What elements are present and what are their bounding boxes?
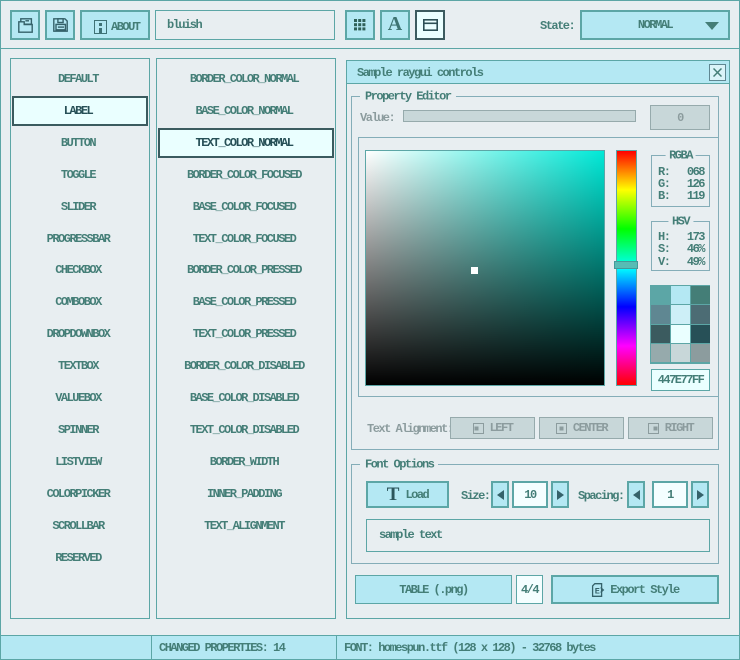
svg-text:E: E	[595, 586, 600, 596]
